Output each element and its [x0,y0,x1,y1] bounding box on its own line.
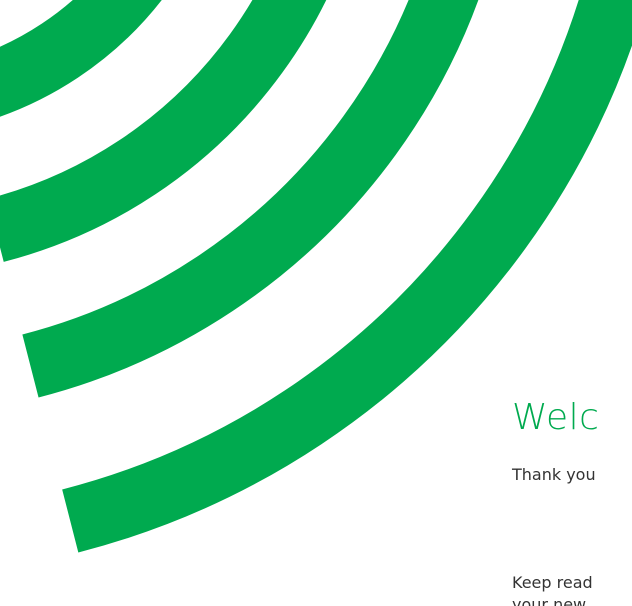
arc-band-1 [0,0,162,117]
keep-reading-line-2: your new [512,595,587,606]
keep-reading-line-1: Keep read [512,573,593,592]
decorative-arcs-graphic [0,0,632,553]
welcome-heading: Welc [512,397,600,438]
email-welcome-page: Welc Thank you Keep read your new [0,0,632,606]
thank-you-text: Thank you [512,465,596,484]
arc-band-4 [62,0,632,553]
keep-reading-text: Keep read your new [512,572,593,606]
